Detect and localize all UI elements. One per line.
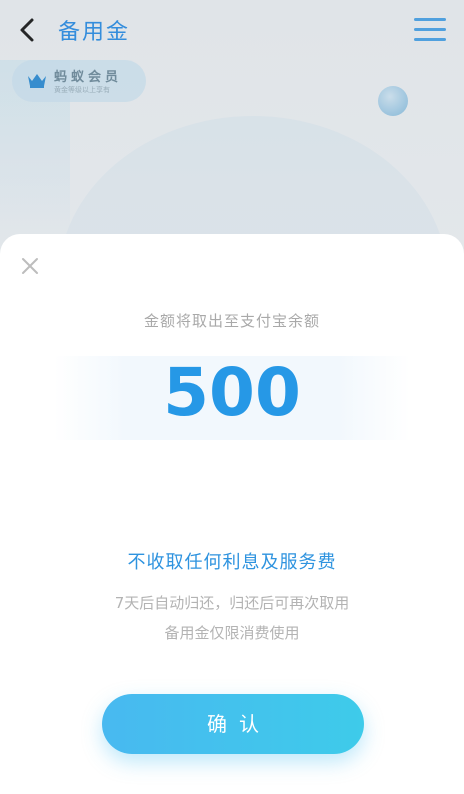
fee-notice: 不收取任何利息及服务费 (127, 552, 337, 573)
usage-info: 备用金仅限消费使用 (164, 624, 300, 642)
close-icon[interactable] (20, 256, 40, 276)
confirm-button[interactable]: 确认 (102, 694, 364, 754)
amount-value: 500 (163, 354, 301, 431)
confirm-button-label: 确认 (207, 712, 271, 736)
return-info: 7天后自动归还，归还后可再次取用 (114, 594, 350, 612)
withdraw-sheet: 金额将取出至支付宝余额 500 不收取任何利息及服务费 7天后自动归还，归还后可… (0, 234, 464, 794)
withdraw-prompt: 金额将取出至支付宝余额 (143, 312, 320, 330)
